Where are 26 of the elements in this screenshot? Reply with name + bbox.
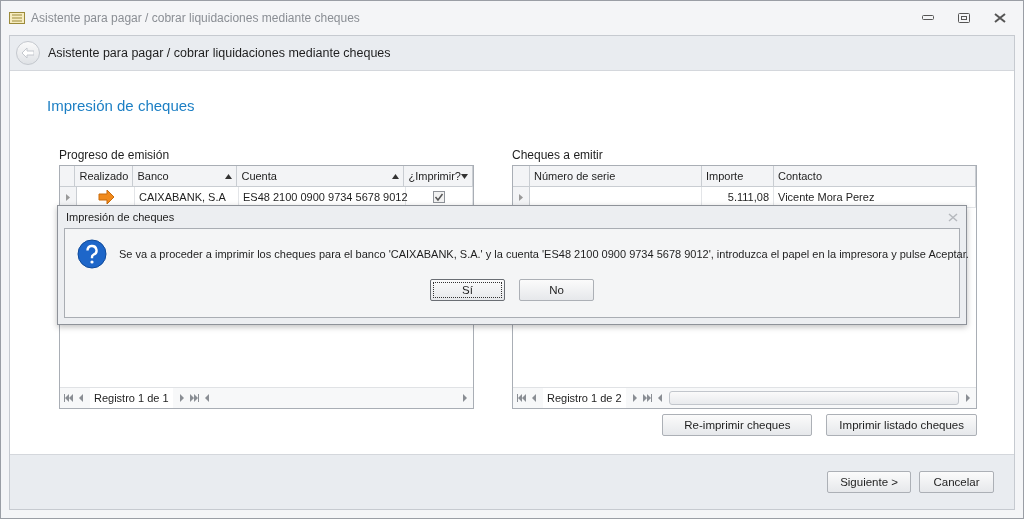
table-cell: CAIXABANK, S.A [139,191,226,203]
dialog-message: Se va a proceder a imprimir los cheques para el banco 'CAIXABANK, S.A.' y la cuenta 'ES48 2100 0900 9734 5678 9012', introduzca el papel en la impresora y pulse Aceptar. [119,248,969,260]
column-header[interactable]: Cuenta [241,170,277,182]
wizard-button[interactable]: Cancelar [919,471,994,493]
table-cell: Vicente Mora Perez [778,191,875,203]
panel-label: Progreso de emisión [59,148,171,162]
wizard-button[interactable]: Siguiente > [827,471,911,493]
table-cell: 5.111,08 [727,191,769,203]
dialog-button[interactable]: No [519,279,594,301]
column-header[interactable]: Banco [137,170,169,182]
column-header[interactable]: Importe [706,170,744,182]
dialog-button[interactable]: Sí [430,279,505,301]
table-cell: ES48 2100 0900 9734 5678 9012 [243,191,408,203]
column-header[interactable]: Realizado [79,170,129,182]
panel-label: Cheques a emitir [512,148,604,162]
record-counter: Registro 1 de 2 [543,388,626,408]
column-header[interactable]: Número de serie [534,170,616,182]
window-title: Asistente para pagar / cobrar liquidaciones mediante cheques [31,11,361,25]
action-button[interactable]: Imprimir listado cheques [826,414,977,436]
wizard-title: Asistente para pagar / cobrar liquidaciones mediante cheques [48,46,391,60]
dialog-title: Impresión de cheques [66,211,175,223]
column-header[interactable]: ¿Imprimir? [408,170,461,182]
column-header[interactable]: Contacto [778,170,823,182]
action-button[interactable]: Re-imprimir cheques [662,414,813,436]
page-title: Impresión de cheques [47,97,196,114]
record-counter: Registro 1 de 1 [90,388,173,408]
